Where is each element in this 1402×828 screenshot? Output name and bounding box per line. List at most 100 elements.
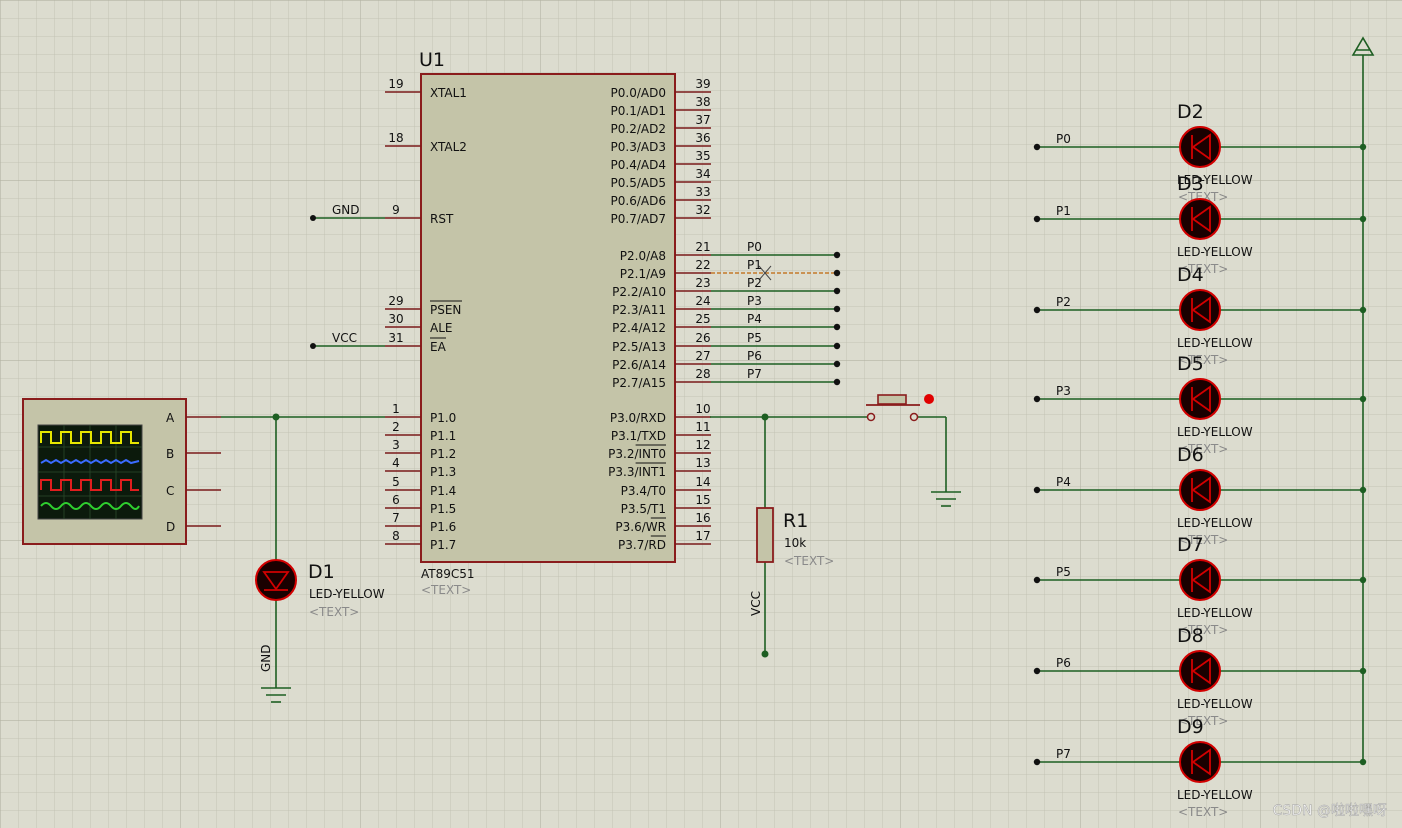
channel-label: B xyxy=(166,447,174,461)
led-body xyxy=(1179,126,1221,168)
led-reference: D2 xyxy=(1177,101,1204,123)
pin-name: P3.1/TXD xyxy=(611,429,666,443)
button-contact-left xyxy=(866,412,876,422)
net-label: P6 xyxy=(747,349,762,363)
pin-number: 32 xyxy=(695,203,710,217)
led-part-name: LED-YELLOW xyxy=(1177,336,1253,350)
pin-number: 34 xyxy=(695,167,710,181)
pin-name: P3.0/RXD xyxy=(610,411,666,425)
pin-name: ALE xyxy=(430,321,452,335)
net-terminal-dot xyxy=(833,269,841,277)
led-body xyxy=(255,559,297,601)
pin-number: 13 xyxy=(695,456,710,470)
net-label: GND xyxy=(332,203,360,217)
pin-name: XTAL1 xyxy=(430,86,467,100)
pin-name: P1.0 xyxy=(430,411,456,425)
net-label: P6 xyxy=(1056,656,1071,670)
net-label: P3 xyxy=(747,294,762,308)
led-reference: D5 xyxy=(1177,353,1204,375)
chip-part-name: AT89C51 xyxy=(421,567,475,581)
net-terminal-dot xyxy=(1033,758,1041,766)
pin-number: 5 xyxy=(392,475,400,489)
led-part-name: LED-YELLOW xyxy=(1177,697,1253,711)
junction-dot xyxy=(761,650,769,658)
pin-number: 8 xyxy=(392,529,400,543)
pin-number: 24 xyxy=(695,294,710,308)
resistor-body xyxy=(756,507,774,563)
pin-name: P2.4/A12 xyxy=(612,321,666,335)
led-reference: D8 xyxy=(1177,625,1204,647)
pin-name: P1.5 xyxy=(430,502,456,516)
led-part-name: LED-YELLOW xyxy=(1177,425,1253,439)
led-reference: D3 xyxy=(1177,173,1204,195)
pin-name: RST xyxy=(430,212,454,226)
pin-name: P3.7/RD xyxy=(618,538,666,552)
led-reference: D4 xyxy=(1177,264,1204,286)
net-label: P2 xyxy=(747,276,762,290)
resistor-reference: R1 xyxy=(783,510,808,532)
pin-name: P3.3/INT1 xyxy=(608,465,666,479)
pin-name: P2.6/A14 xyxy=(612,358,666,372)
pin-number: 29 xyxy=(388,294,403,308)
channel-label: D xyxy=(166,520,175,534)
net-terminal-dot xyxy=(833,342,841,350)
pin-name: PSEN xyxy=(430,303,461,317)
junction-dot xyxy=(310,215,316,221)
chip-text-hint: <TEXT> xyxy=(421,583,471,597)
button-state-indicator[interactable] xyxy=(924,394,934,404)
pin-name: P1.6 xyxy=(430,520,456,534)
net-terminal-dot xyxy=(1033,395,1041,403)
pin-number: 28 xyxy=(695,367,710,381)
pin-name: P1.1 xyxy=(430,429,456,443)
net-terminal-dot xyxy=(1033,143,1041,151)
pin-number: 10 xyxy=(695,402,710,416)
pin-name: P0.1/AD1 xyxy=(611,104,666,118)
led-body xyxy=(1179,741,1221,783)
d1-gnd-label: GND xyxy=(259,644,273,672)
net-label: P1 xyxy=(747,258,762,272)
led-text-hint: <TEXT> xyxy=(309,605,359,619)
schematic-canvas[interactable]: U1 AT89C51 <TEXT> 19XTAL118XTAL29RSTGND2… xyxy=(0,0,1402,828)
pin-number: 22 xyxy=(695,258,710,272)
pin-number: 26 xyxy=(695,331,710,345)
led-body xyxy=(1179,559,1221,601)
pin-number: 35 xyxy=(695,149,710,163)
pin-number: 38 xyxy=(695,95,710,109)
net-terminal-dot xyxy=(833,360,841,368)
pin-number: 11 xyxy=(695,420,710,434)
led-body xyxy=(1179,289,1221,331)
net-terminal-dot xyxy=(833,323,841,331)
pin-number: 9 xyxy=(392,203,400,217)
led-text-hint: <TEXT> xyxy=(1178,805,1228,819)
net-terminal-dot xyxy=(833,305,841,313)
pin-name: P0.4/AD4 xyxy=(611,158,666,172)
net-terminal-dot xyxy=(1033,667,1041,675)
junction-dot xyxy=(310,343,316,349)
pin-number: 39 xyxy=(695,77,710,91)
pin-name: P2.7/A15 xyxy=(612,376,666,390)
led-body xyxy=(1179,469,1221,511)
net-terminal-dot xyxy=(833,251,841,259)
led-body xyxy=(1179,198,1221,240)
pin-number: 16 xyxy=(695,511,710,525)
pin-number: 31 xyxy=(388,331,403,345)
led-part-name: LED-YELLOW xyxy=(1177,606,1253,620)
pin-name: P0.0/AD0 xyxy=(611,86,666,100)
pin-number: 12 xyxy=(695,438,710,452)
led-body xyxy=(1179,650,1221,692)
net-label: P7 xyxy=(1056,747,1071,761)
pin-name: P0.2/AD2 xyxy=(611,122,666,136)
net-terminal-dot xyxy=(833,378,841,386)
net-label: VCC xyxy=(332,331,357,345)
pin-number: 37 xyxy=(695,113,710,127)
pin-name: P1.4 xyxy=(430,484,456,498)
pin-name: EA xyxy=(430,340,447,354)
pin-name: P1.3 xyxy=(430,465,456,479)
pin-number: 18 xyxy=(388,131,403,145)
pin-number: 21 xyxy=(695,240,710,254)
watermark: CSDN @啦啦嘿呀 xyxy=(1273,802,1387,819)
resistor-text-hint: <TEXT> xyxy=(784,554,834,568)
led-reference: D9 xyxy=(1177,716,1204,738)
net-terminal-dot xyxy=(1033,486,1041,494)
pin-number: 25 xyxy=(695,312,710,326)
